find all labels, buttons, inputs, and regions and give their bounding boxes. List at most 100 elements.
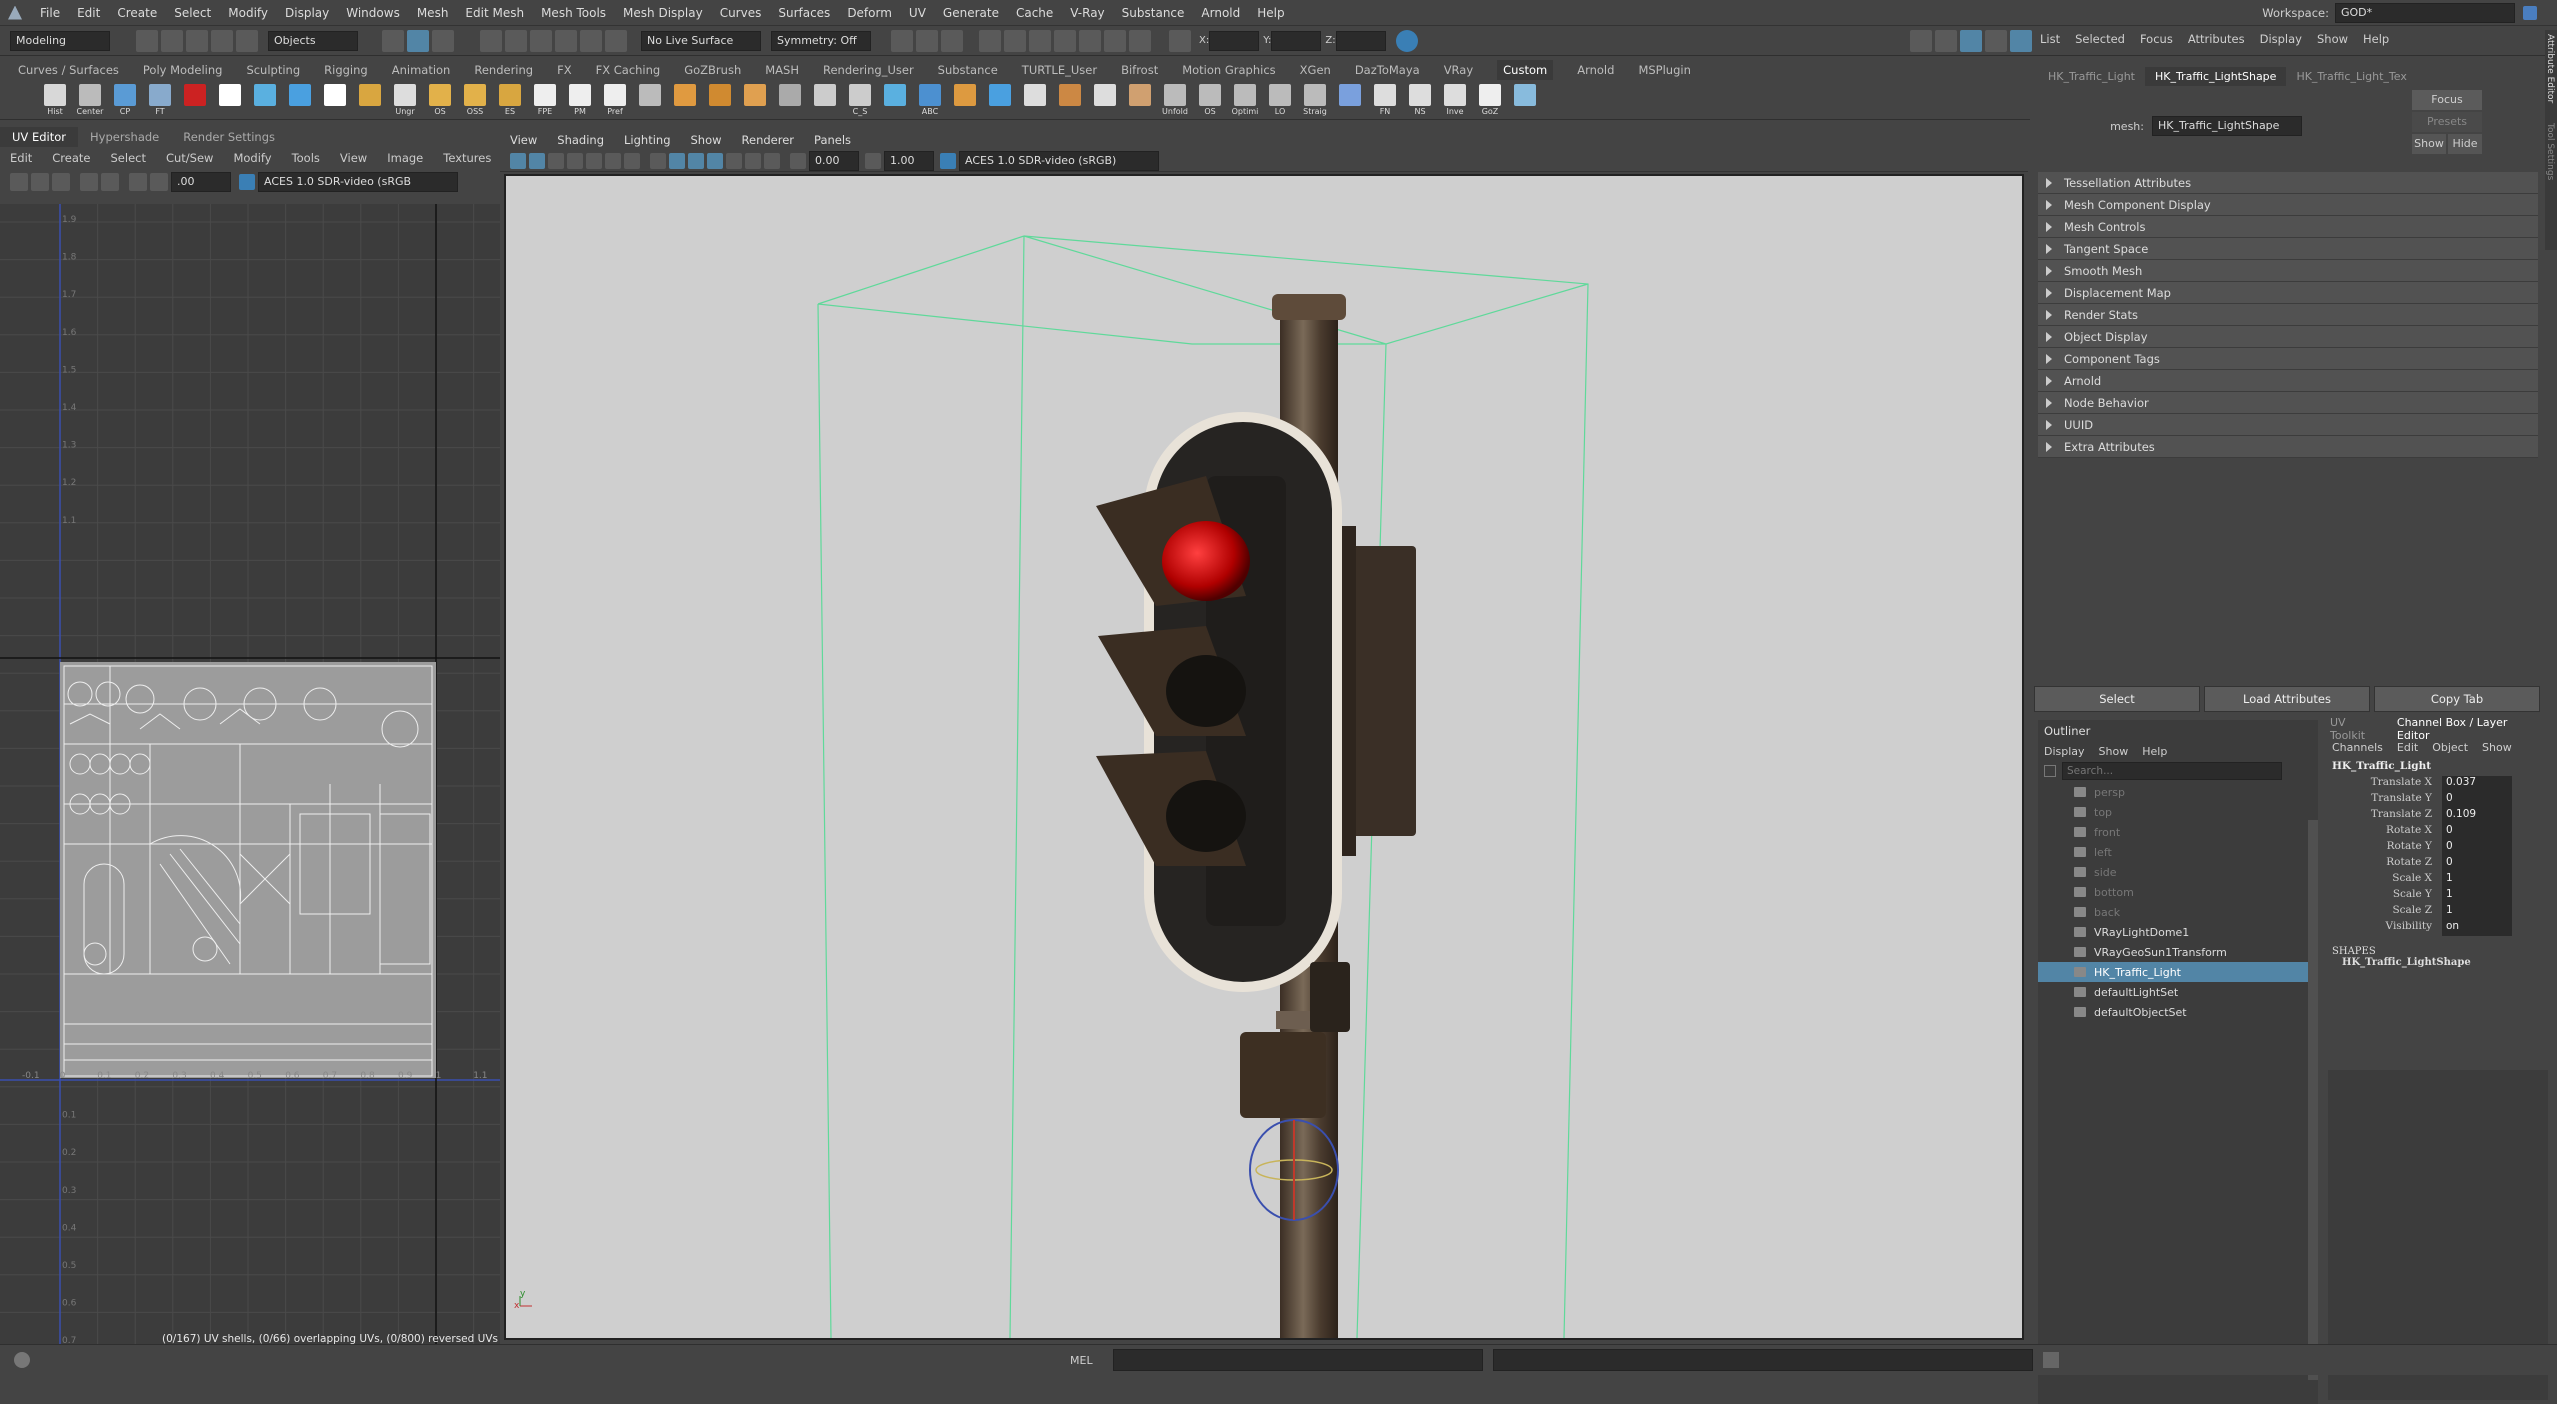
- outliner-scrollbar[interactable]: [2308, 820, 2318, 1380]
- channel-row[interactable]: Scale Z 1: [2322, 904, 2554, 920]
- viewport-menu-renderer[interactable]: Renderer: [742, 133, 795, 147]
- menu-generate[interactable]: Generate: [943, 6, 999, 20]
- resolution-gate-icon[interactable]: [624, 152, 640, 169]
- shelf-tab-turtle-user[interactable]: TURTLE_User: [1022, 63, 1097, 77]
- select-by-component-icon[interactable]: [432, 29, 454, 52]
- shelf-tool-29[interactable]: [1055, 83, 1085, 118]
- gamma-icon[interactable]: [865, 152, 881, 169]
- uv-shaded-icon[interactable]: [101, 173, 119, 191]
- cb-menu-channels[interactable]: Channels: [2332, 741, 2383, 754]
- grid-toggle-icon[interactable]: [586, 152, 602, 169]
- uv-tab-hypershade[interactable]: Hypershade: [78, 127, 171, 147]
- load-attributes-button[interactable]: Load Attributes: [2204, 686, 2370, 712]
- shelf-tool-41[interactable]: GoZ: [1475, 83, 1505, 118]
- uv-colorspace-dropdown[interactable]: ACES 1.0 SDR-video (sRGB: [258, 172, 458, 192]
- shelf-tool-9[interactable]: [355, 83, 385, 118]
- wireframe-icon[interactable]: [650, 152, 666, 169]
- shelf-tool-26[interactable]: [950, 83, 980, 118]
- viewport-menu-shading[interactable]: Shading: [557, 133, 604, 147]
- channel-value[interactable]: 1: [2442, 904, 2512, 920]
- uv-menu-modify[interactable]: Modify: [233, 151, 271, 165]
- shelf-tab-xgen[interactable]: XGen: [1300, 63, 1331, 77]
- menu-substance[interactable]: Substance: [1122, 6, 1185, 20]
- outliner-menu-display[interactable]: Display: [2044, 745, 2085, 758]
- uv-grid-area[interactable]: 1.9 1.8 1.7 1.6 1.5 1.4 1.3 1.2 1.1 0.1 0.2 0.3 0.4 0…: [0, 204, 500, 1344]
- channel-value[interactable]: 0.109: [2442, 808, 2512, 824]
- menu-uv[interactable]: UV: [909, 6, 926, 20]
- channel-value[interactable]: 0: [2442, 856, 2512, 872]
- shelf-tool-3[interactable]: FT: [145, 83, 175, 118]
- script-editor-icon[interactable]: [2042, 1352, 2059, 1368]
- outliner-menu-help[interactable]: Help: [2142, 745, 2167, 758]
- ae-menu-list[interactable]: List: [2040, 32, 2060, 46]
- shadows-icon[interactable]: [726, 152, 742, 169]
- live-surface-field[interactable]: No Live Surface: [641, 30, 761, 51]
- mode-dropdown[interactable]: Modeling: [10, 30, 110, 51]
- toggle-layout-icon[interactable]: [1935, 30, 1957, 52]
- ae-section-arnold[interactable]: Arnold: [2038, 370, 2538, 392]
- ae-section-mesh-controls[interactable]: Mesh Controls: [2038, 216, 2538, 238]
- shelf-tab-gozbrush[interactable]: GoZBrush: [684, 63, 741, 77]
- outliner-item[interactable]: left: [2038, 842, 2318, 862]
- snap-surface-icon[interactable]: [580, 29, 602, 52]
- viewport-menu-show[interactable]: Show: [691, 133, 722, 147]
- viewport-colorspace-dropdown[interactable]: ACES 1.0 SDR-video (sRGB): [959, 150, 1159, 171]
- select-by-hierarchy-icon[interactable]: [382, 29, 404, 52]
- objects-dropdown[interactable]: Objects: [268, 30, 358, 51]
- uv-move-icon[interactable]: [31, 173, 49, 191]
- shelf-tool-36[interactable]: Straig: [1300, 83, 1330, 118]
- ae-section-uuid[interactable]: UUID: [2038, 414, 2538, 436]
- sign-in-icon[interactable]: [1395, 29, 1418, 52]
- shelf-tab-animation[interactable]: Animation: [392, 63, 451, 77]
- channel-value[interactable]: 0.037: [2442, 776, 2512, 792]
- ae-menu-focus[interactable]: Focus: [2140, 32, 2173, 46]
- new-scene-icon[interactable]: [136, 29, 158, 52]
- shelf-tab-mash[interactable]: MASH: [765, 63, 799, 77]
- ae-section-smooth-mesh[interactable]: Smooth Mesh: [2038, 260, 2538, 282]
- shelf-tool-23[interactable]: C_S: [845, 83, 875, 118]
- redo-icon[interactable]: [236, 29, 258, 52]
- uv-shells[interactable]: [60, 662, 436, 1078]
- z-field[interactable]: [1335, 30, 1386, 51]
- menu-display[interactable]: Display: [285, 6, 329, 20]
- cb-menu-object[interactable]: Object: [2432, 741, 2468, 754]
- shelf-tool-22[interactable]: [810, 83, 840, 118]
- ae-section-extra-attributes[interactable]: Extra Attributes: [2038, 436, 2538, 458]
- uv-menu-edit[interactable]: Edit: [10, 151, 32, 165]
- modeling-toolkit-icon[interactable]: [1910, 30, 1932, 52]
- outliner-item[interactable]: top: [2038, 802, 2318, 822]
- tool-settings-side-tab[interactable]: Tool Settings: [2545, 103, 2555, 180]
- ae-menu-help[interactable]: Help: [2363, 32, 2389, 46]
- snap-point-icon[interactable]: [530, 29, 552, 52]
- uv-image-icon[interactable]: [52, 173, 70, 191]
- mesh-name-field[interactable]: HK_Traffic_LightShape: [2152, 116, 2302, 136]
- exposure-icon[interactable]: [790, 152, 806, 169]
- uv-menu-cut-sew[interactable]: Cut/Sew: [166, 151, 213, 165]
- x-field[interactable]: [1209, 30, 1260, 51]
- cb-menu-show[interactable]: Show: [2482, 741, 2512, 754]
- shelf-tool-11[interactable]: OS: [425, 83, 455, 118]
- outliner-item[interactable]: bottom: [2038, 882, 2318, 902]
- menu-modify[interactable]: Modify: [228, 6, 268, 20]
- menu-curves[interactable]: Curves: [720, 6, 762, 20]
- cb-menu-edit[interactable]: Edit: [2397, 741, 2418, 754]
- shelf-tool-13[interactable]: ES: [495, 83, 525, 118]
- shelf-tool-37[interactable]: [1335, 83, 1365, 118]
- outliner-menu-show[interactable]: Show: [2099, 745, 2129, 758]
- shelf-tool-15[interactable]: PM: [565, 83, 595, 118]
- shelf-tab-motion-graphics[interactable]: Motion Graphics: [1182, 63, 1275, 77]
- shelf-tool-16[interactable]: Pref: [600, 83, 630, 118]
- smooth-shade-icon[interactable]: [669, 152, 685, 169]
- hypershade-icon[interactable]: [1079, 29, 1101, 52]
- uv-grid-icon[interactable]: [80, 173, 98, 191]
- menu-mesh-tools[interactable]: Mesh Tools: [541, 6, 606, 20]
- uv-menu-view[interactable]: View: [340, 151, 367, 165]
- ae-section-displacement-map[interactable]: Displacement Map: [2038, 282, 2538, 304]
- render-frame-icon[interactable]: [941, 29, 963, 52]
- shelf-tool-28[interactable]: [1020, 83, 1050, 118]
- menu-v-ray[interactable]: V-Ray: [1070, 6, 1104, 20]
- viewport-menu-lighting[interactable]: Lighting: [624, 133, 670, 147]
- maya-logo-icon[interactable]: [8, 5, 22, 20]
- ae-menu-display[interactable]: Display: [2260, 32, 2302, 46]
- mel-input[interactable]: [1112, 1349, 1483, 1371]
